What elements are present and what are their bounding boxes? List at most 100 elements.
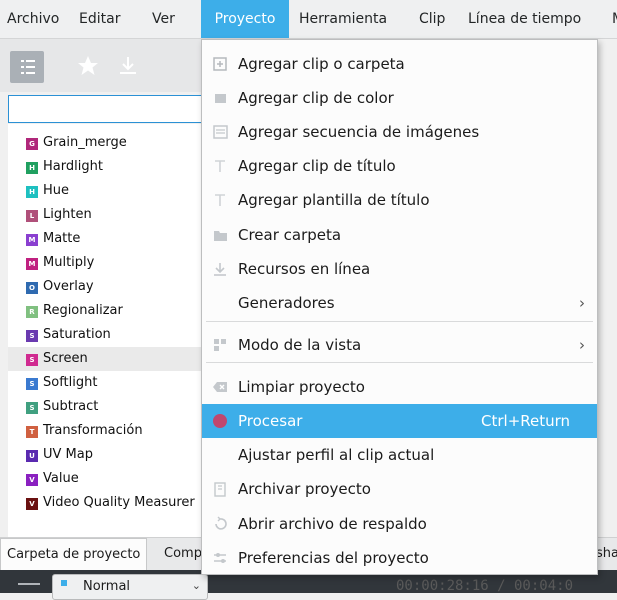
preferences-icon bbox=[211, 549, 229, 567]
list-item-label: Saturation bbox=[43, 327, 111, 342]
menu-overflow[interactable]: M bbox=[612, 0, 617, 38]
chevron-right-icon: › bbox=[579, 336, 585, 354]
clear-icon bbox=[211, 378, 229, 396]
list-item[interactable]: G Grain_merge bbox=[8, 131, 208, 155]
effect-swatch-icon: G bbox=[26, 138, 38, 150]
list-item[interactable]: V Value bbox=[8, 467, 208, 491]
list-item[interactable]: S Subtract bbox=[8, 395, 208, 419]
menu-bar: Archivo Editar Ver Proyecto Herramienta … bbox=[0, 0, 617, 39]
chevron-down-icon: ⌄ bbox=[191, 579, 201, 592]
track-icon[interactable] bbox=[14, 574, 44, 592]
menu-item-archivar-proyecto[interactable]: Archivar proyecto bbox=[202, 472, 597, 506]
menu-item-agregar-clip-de-titulo[interactable]: Agregar clip de título bbox=[202, 149, 597, 183]
menu-item-procesar[interactable]: Procesar Ctrl+Return bbox=[202, 404, 597, 438]
list-item[interactable]: M Multiply bbox=[8, 251, 208, 275]
effect-swatch-icon: L bbox=[26, 210, 38, 222]
effects-search-input[interactable] bbox=[8, 95, 208, 123]
list-item[interactable]: S Screen bbox=[8, 347, 208, 371]
list-item-label: Transformación bbox=[43, 423, 143, 438]
list-item-label: Screen bbox=[43, 351, 88, 366]
list-item[interactable]: V Video Quality Measurer bbox=[8, 491, 208, 515]
menu-separator bbox=[206, 321, 593, 322]
menu-item-ajustar-perfil-al-clip-actual[interactable]: Ajustar perfil al clip actual bbox=[202, 438, 597, 472]
menu-item-generadores[interactable]: Generadores › bbox=[202, 286, 597, 320]
effect-swatch-icon: V bbox=[26, 474, 38, 486]
chevron-right-icon: › bbox=[579, 294, 585, 312]
list-item-label: Subtract bbox=[43, 399, 99, 414]
menu-item-recursos-en-linea[interactable]: Recursos en línea bbox=[202, 252, 597, 286]
render-icon bbox=[211, 412, 229, 430]
list-item-label: Grain_merge bbox=[43, 135, 127, 150]
menu-item-label: Agregar clip o carpeta bbox=[238, 55, 405, 73]
menu-item-label: Agregar clip de color bbox=[238, 89, 394, 107]
menu-item-agregar-clip-o-carpeta[interactable]: Agregar clip o carpeta bbox=[202, 47, 597, 81]
list-item-label: UV Map bbox=[43, 447, 93, 462]
effect-swatch-icon: H bbox=[26, 186, 38, 198]
effect-swatch-icon: S bbox=[26, 378, 38, 390]
download-effects-button[interactable] bbox=[114, 52, 142, 80]
list-item[interactable]: H Hardlight bbox=[8, 155, 208, 179]
favorites-button[interactable] bbox=[74, 52, 102, 80]
image-sequence-icon bbox=[211, 123, 229, 141]
menu-item-label: Archivar proyecto bbox=[238, 480, 371, 498]
list-item-label: Video Quality Measurer bbox=[43, 495, 195, 510]
menu-item-label: Abrir archivo de respaldo bbox=[238, 515, 427, 533]
menu-item-agregar-clip-de-color[interactable]: Agregar clip de color bbox=[202, 81, 597, 115]
menu-item-label: Agregar secuencia de imágenes bbox=[238, 123, 480, 141]
folder-icon bbox=[211, 226, 229, 244]
download-icon bbox=[120, 57, 136, 74]
menu-item-label: Recursos en línea bbox=[238, 260, 371, 278]
menu-item-label: Procesar bbox=[238, 412, 303, 430]
menu-clip[interactable]: Clip bbox=[419, 0, 445, 38]
list-item-label: Value bbox=[43, 471, 79, 486]
tab-carpeta-de-proyecto[interactable]: Carpeta de proyecto bbox=[0, 538, 148, 570]
add-clip-icon bbox=[211, 55, 229, 73]
effect-swatch-icon: M bbox=[26, 258, 38, 270]
effects-list: G Grain_merge H Hardlight H Hue L Lighten M Matte… bbox=[8, 124, 208, 537]
menu-ver[interactable]: Ver bbox=[152, 0, 175, 38]
list-item-label: Lighten bbox=[43, 207, 92, 222]
list-item[interactable]: S Softlight bbox=[8, 371, 208, 395]
menu-item-label: Agregar plantilla de título bbox=[238, 191, 430, 209]
menu-item-abrir-archivo-de-respaldo[interactable]: Abrir archivo de respaldo bbox=[202, 507, 597, 541]
effect-swatch-icon: T bbox=[26, 426, 38, 438]
menu-item-modo-de-la-vista[interactable]: Modo de la vista › bbox=[202, 328, 597, 362]
list-item[interactable]: O Overlay bbox=[8, 275, 208, 299]
menu-item-crear-carpeta[interactable]: Crear carpeta bbox=[202, 218, 597, 252]
color-clip-icon bbox=[211, 89, 229, 107]
menu-proyecto[interactable]: Proyecto bbox=[201, 0, 289, 38]
list-item[interactable]: L Lighten bbox=[8, 203, 208, 227]
proyecto-menu: Agregar clip o carpeta Agregar clip de co… bbox=[201, 39, 598, 575]
list-item-label: Matte bbox=[43, 231, 81, 246]
list-item-label: Regionalizar bbox=[43, 303, 123, 318]
list-item[interactable]: H Hue bbox=[8, 179, 208, 203]
effects-toolbar bbox=[0, 39, 208, 92]
menu-item-label: Modo de la vista bbox=[238, 336, 362, 354]
title-template-icon bbox=[211, 191, 229, 209]
menu-item-shortcut: Ctrl+Return bbox=[481, 412, 571, 430]
archive-icon bbox=[211, 480, 229, 498]
menu-item-label: Generadores bbox=[238, 294, 335, 312]
list-view-button[interactable] bbox=[10, 51, 44, 83]
effect-swatch-icon: M bbox=[26, 234, 38, 246]
menu-item-agregar-plantilla-de-titulo[interactable]: Agregar plantilla de título bbox=[202, 183, 597, 217]
composite-mode-combo[interactable]: Normal ⌄ bbox=[52, 574, 208, 600]
list-item[interactable]: M Matte bbox=[8, 227, 208, 251]
menu-editar[interactable]: Editar bbox=[79, 0, 120, 38]
list-item[interactable]: T Transformación bbox=[8, 419, 208, 443]
menu-item-limpiar-proyecto[interactable]: Limpiar proyecto bbox=[202, 370, 597, 404]
menu-archivo[interactable]: Archivo bbox=[7, 0, 59, 38]
timecode-display: 00:00:28:16 / 00:04:0 bbox=[396, 578, 574, 594]
list-item[interactable]: U UV Map bbox=[8, 443, 208, 467]
list-item-label: Hardlight bbox=[43, 159, 103, 174]
effect-swatch-icon: H bbox=[26, 162, 38, 174]
list-item-partial[interactable] bbox=[8, 124, 208, 126]
menu-herramienta[interactable]: Herramienta bbox=[299, 0, 387, 38]
menu-item-label: Crear carpeta bbox=[238, 226, 342, 244]
menu-item-preferencias-del-proyecto[interactable]: Preferencias del proyecto bbox=[202, 541, 597, 575]
menu-item-agregar-secuencia-de-imagenes[interactable]: Agregar secuencia de imágenes bbox=[202, 115, 597, 149]
menu-linea-de-tiempo[interactable]: Línea de tiempo bbox=[468, 0, 581, 38]
list-item-label: Softlight bbox=[43, 375, 98, 390]
list-item[interactable]: R Regionalizar bbox=[8, 299, 208, 323]
list-item[interactable]: S Saturation bbox=[8, 323, 208, 347]
